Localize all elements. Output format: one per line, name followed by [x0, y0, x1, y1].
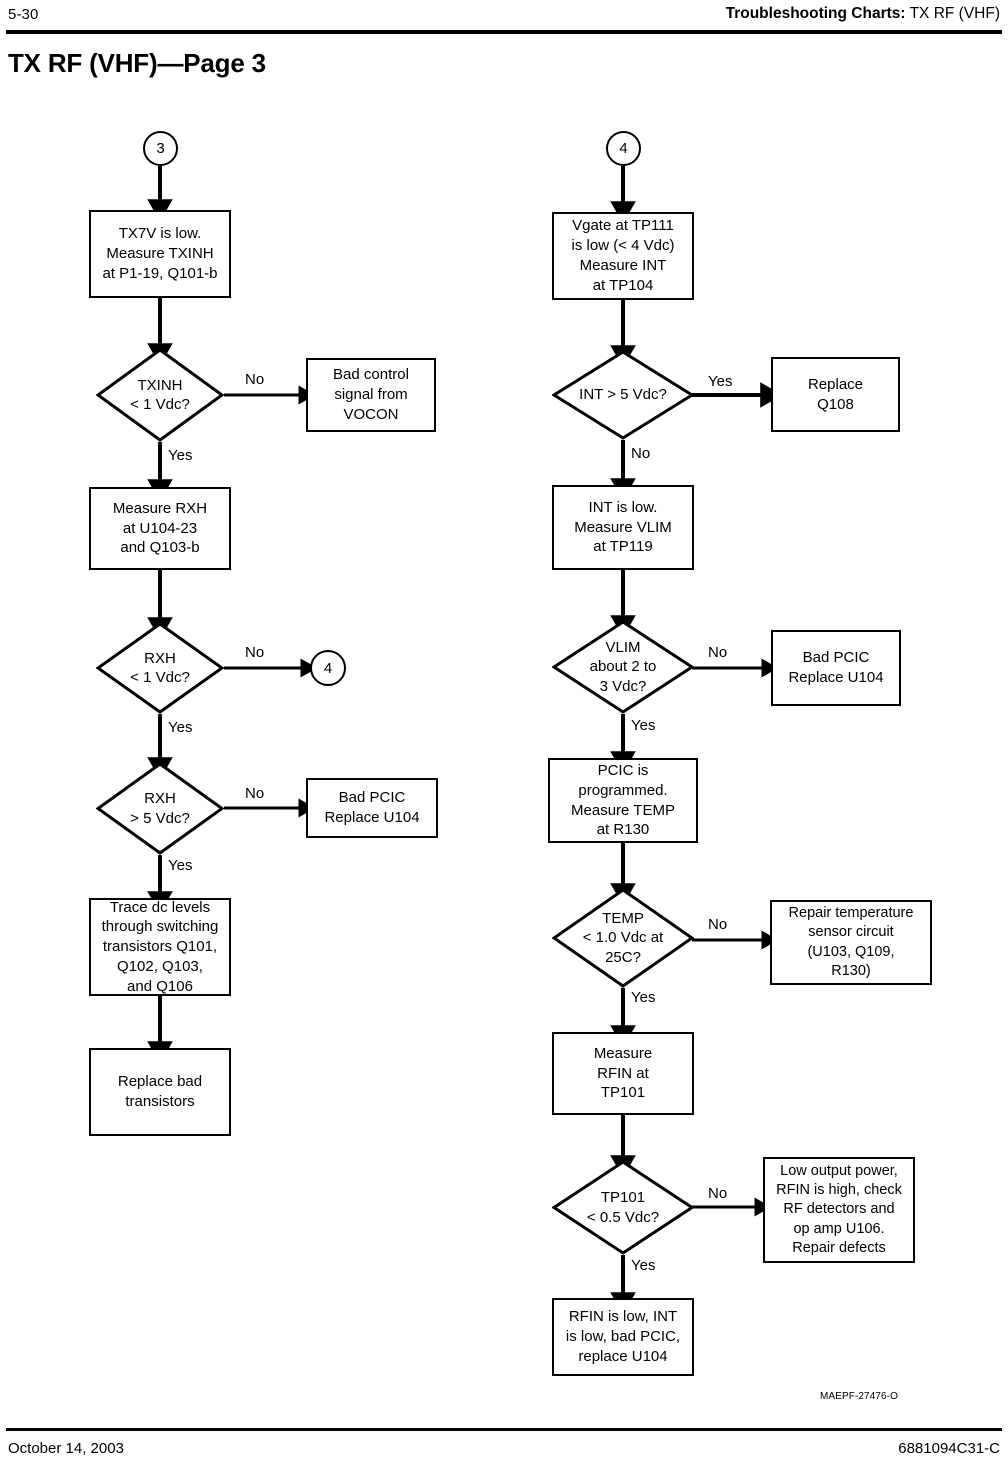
left-edge-yes-2: Yes: [168, 719, 193, 736]
right-step-measure-rfin[interactable]: Measure RFIN at TP101: [552, 1032, 694, 1115]
right-edge-no-1: No: [631, 445, 651, 462]
left-decision-rxh-high[interactable]: RXH > 5 Vdc?: [96, 762, 224, 855]
left-edge-no-2: No: [245, 644, 265, 661]
right-result-repair-temp-sensor[interactable]: Repair temperature sensor circuit (U103,…: [770, 900, 932, 985]
left-result-bad-control-signal[interactable]: Bad control signal from VOCON: [306, 358, 436, 432]
footer-divider: [6, 1428, 1002, 1431]
header-divider: [6, 30, 1002, 34]
right-edge-no-2: No: [708, 644, 728, 661]
left-edge-no-3: No: [245, 785, 265, 802]
left-decision-txinh[interactable]: TXINH < 1 Vdc?: [96, 348, 224, 442]
right-decision-vlim[interactable]: VLIM about 2 to 3 Vdc?: [552, 620, 694, 714]
right-decision-temp[interactable]: TEMP < 1.0 Vdc at 25C?: [552, 888, 694, 988]
page-title: TX RF (VHF)—Page 3: [8, 48, 266, 78]
right-edge-yes-3: Yes: [631, 989, 656, 1006]
header-page-number: 5-30: [8, 6, 39, 23]
connector-out-4[interactable]: 4: [310, 650, 346, 686]
artwork-id: MAEPF-27476-O: [820, 1391, 898, 1402]
right-step-measure-vlim[interactable]: INT is low. Measure VLIM at TP119: [552, 485, 694, 570]
right-decision-int-high[interactable]: INT > 5 Vdc?: [552, 350, 694, 440]
right-step-vgate-tp111[interactable]: Vgate at TP111 is low (< 4 Vdc) Measure …: [552, 212, 694, 300]
right-edge-yes-1: Yes: [708, 373, 733, 390]
left-edge-no-1: No: [245, 371, 265, 388]
left-edge-yes-3: Yes: [168, 857, 193, 874]
right-result-bad-pcic[interactable]: Bad PCIC Replace U104: [771, 630, 901, 706]
left-step-measure-rxh[interactable]: Measure RXH at U104-23 and Q103-b: [89, 487, 231, 570]
left-result-bad-pcic[interactable]: Bad PCIC Replace U104: [306, 778, 438, 838]
left-result-replace-transistors[interactable]: Replace bad transistors: [89, 1048, 231, 1136]
right-edge-yes-2: Yes: [631, 717, 656, 734]
document-page: 5-30 Troubleshooting Charts: TX RF (VHF)…: [0, 0, 1008, 1473]
header-section-name: TX RF (VHF): [905, 5, 1000, 22]
right-step-pcic-programmed[interactable]: PCIC is programmed. Measure TEMP at R130: [548, 758, 698, 843]
right-edge-no-3: No: [708, 916, 728, 933]
left-edge-yes-1: Yes: [168, 447, 193, 464]
right-result-rfin-low-bad-pcic[interactable]: RFIN is low, INT is low, bad PCIC, repla…: [552, 1298, 694, 1376]
right-decision-tp101[interactable]: TP101 < 0.5 Vdc?: [552, 1160, 694, 1255]
left-step-trace-dc-levels[interactable]: Trace dc levels through switching transi…: [89, 898, 231, 996]
right-edge-no-4: No: [708, 1185, 728, 1202]
left-decision-rxh-low[interactable]: RXH < 1 Vdc?: [96, 622, 224, 714]
footer-date: October 14, 2003: [8, 1440, 124, 1457]
left-step-measure-txinh[interactable]: TX7V is low. Measure TXINH at P1-19, Q10…: [89, 210, 231, 298]
right-result-replace-q108[interactable]: Replace Q108: [771, 357, 900, 432]
right-edge-yes-4: Yes: [631, 1257, 656, 1274]
connector-in-3[interactable]: 3: [143, 131, 178, 166]
right-result-low-output-power[interactable]: Low output power, RFIN is high, check RF…: [763, 1157, 915, 1263]
header-section-title: Troubleshooting Charts: TX RF (VHF): [726, 5, 1000, 23]
footer-document-number: 6881094C31-C: [898, 1440, 1000, 1457]
header-section-label: Troubleshooting Charts:: [725, 5, 906, 22]
connector-in-4[interactable]: 4: [606, 131, 641, 166]
